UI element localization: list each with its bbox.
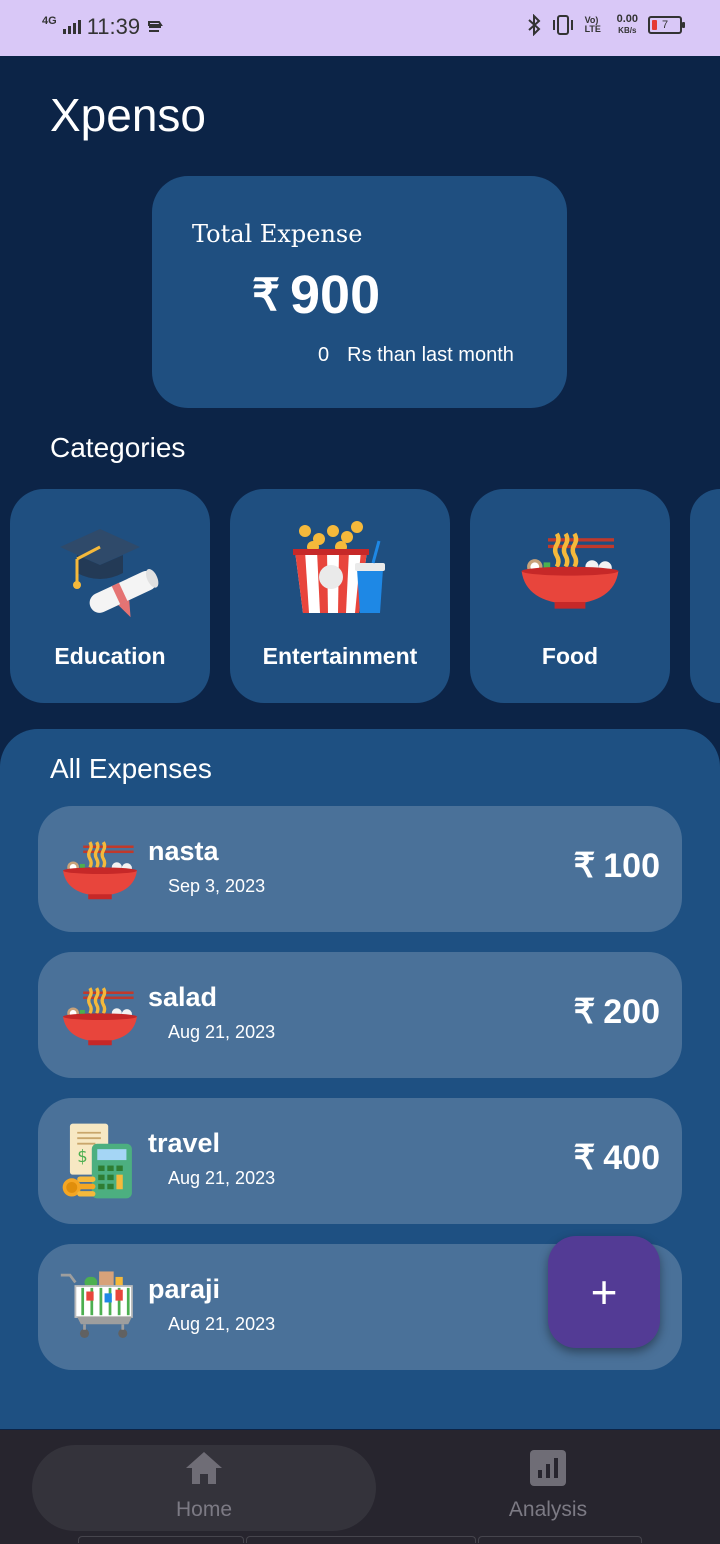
expense-item[interactable]: nasta Sep 3, 2023 ₹100 [38,806,682,932]
categories-list[interactable]: Education Entertainment Food [10,489,720,703]
nav-divider [78,1536,244,1543]
expense-item[interactable]: travel Aug 21, 2023 ₹400 [38,1098,682,1224]
nav-home[interactable]: Home [144,1450,264,1522]
plus-icon: + [590,1266,618,1318]
total-expense-label: Total Expense [192,220,363,248]
nav-analysis-label: Analysis [508,1498,588,1521]
battery-icon: 7 [648,16,685,34]
expense-date: Aug 21, 2023 [168,1022,276,1042]
network-speed: 0.00 KB/s [617,14,638,36]
comparison-value: 0 [318,344,330,366]
expense-amount: ₹100 [574,846,660,886]
battery-level: 7 [661,19,669,31]
expense-date: Sep 3, 2023 [168,876,266,896]
category-label: Education [54,643,166,669]
vibrate-icon [552,15,573,35]
category-entertainment[interactable]: Entertainment [230,489,450,703]
expense-item[interactable]: salad Aug 21, 2023 ₹200 [38,952,682,1078]
total-amount-value: 900 [290,265,381,325]
rupee-icon: ₹ [573,847,596,885]
rupee-icon: ₹ [573,1139,596,1177]
calculator-bill-icon [58,1120,142,1202]
noodle-bowl-icon [515,519,625,619]
expense-amount-value: 100 [603,846,660,885]
expense-amount: ₹200 [574,992,660,1032]
bottom-navigation: Home Analysis [0,1430,720,1544]
status-bar: 4G 11:39 Vo) LTE 0.00 KB/s 7 [0,0,720,56]
expense-date: Aug 21, 2023 [168,1168,276,1188]
home-icon [186,1452,222,1484]
speed-value: 0.00 [616,13,638,25]
expense-amount: ₹400 [574,1138,660,1178]
expense-amount-value: 400 [603,1138,660,1177]
speed-unit: KB/s [618,26,637,35]
total-expense-amount: ₹ 900 [252,264,380,326]
expense-name: nasta [148,836,219,866]
status-left: 4G 11:39 [42,14,164,40]
nav-divider [478,1536,642,1543]
category-partial[interactable] [690,489,720,703]
expense-amount-value: 200 [603,992,660,1031]
noodle-bowl-icon [58,828,142,910]
category-label: Entertainment [262,643,418,669]
expense-name: travel [148,1128,221,1158]
network-type: 4G [42,15,57,27]
nav-analysis[interactable]: Analysis [488,1450,608,1522]
noodle-bowl-icon [58,974,142,1056]
all-expenses-title: All Expenses [50,753,212,784]
category-education[interactable]: Education [10,489,210,703]
category-label: Food [541,643,599,669]
signal-icon [62,20,81,34]
monthly-comparison: 0 Rs than last month [318,344,514,367]
graduation-icon [55,519,165,619]
bluetooth-icon [527,14,541,36]
comparison-text: Rs than last month [347,344,514,366]
rupee-icon: ₹ [252,270,280,320]
nav-home-label: Home [175,1498,233,1521]
nav-divider [246,1536,476,1543]
categories-title: Categories [50,432,186,463]
expense-name: salad [148,982,218,1012]
app-title: Xpenso [50,89,207,141]
popcorn-icon [285,519,395,619]
status-right: Vo) LTE 0.00 KB/s 7 [527,14,685,36]
data-saver-icon [148,21,163,32]
status-time: 11:39 [86,14,141,39]
analysis-icon [530,1450,566,1486]
expense-date: Aug 21, 2023 [168,1314,276,1334]
total-expense-card: Total Expense ₹ 900 0 Rs than last month [152,176,567,408]
expense-name: paraji [148,1274,221,1304]
category-food[interactable]: Food [470,489,670,703]
volte-indicator: Vo) LTE [584,15,601,34]
rupee-icon: ₹ [573,993,596,1031]
shopping-cart-icon [58,1266,142,1348]
add-expense-button[interactable]: + [548,1236,660,1348]
